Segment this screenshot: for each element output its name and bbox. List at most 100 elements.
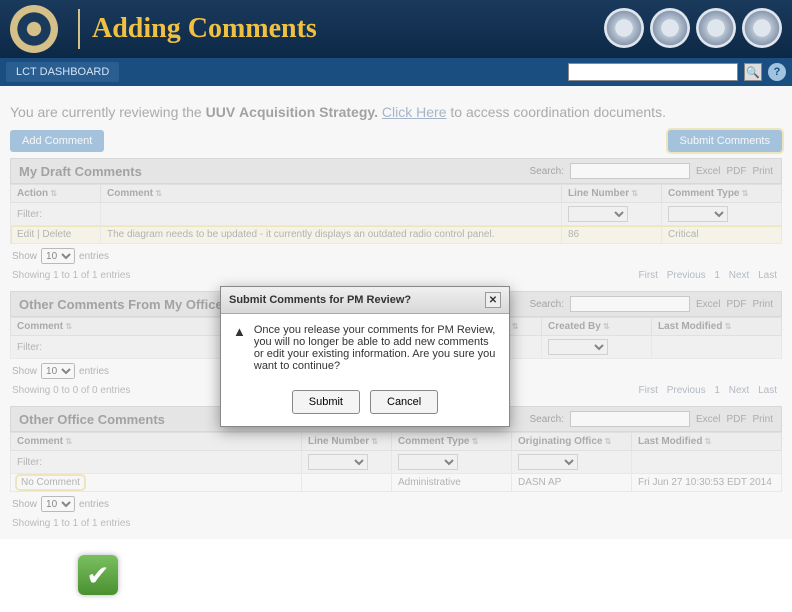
review-program: UUV xyxy=(206,104,236,120)
search-label: Search: xyxy=(530,299,564,310)
show-entries: Show 10 entries xyxy=(10,244,782,268)
review-prefix: You are currently reviewing the xyxy=(10,104,206,120)
export-excel[interactable]: Excel xyxy=(696,299,720,310)
add-comment-button[interactable]: Add Comment xyxy=(10,130,104,152)
filter-row: Filter: xyxy=(11,451,782,474)
global-search-input[interactable] xyxy=(568,63,738,81)
filter-label: Filter: xyxy=(11,203,101,226)
export-excel[interactable]: Excel xyxy=(696,414,720,425)
review-banner: You are currently reviewing the UUV Acqu… xyxy=(10,104,782,120)
other-search-input[interactable] xyxy=(570,411,690,427)
toolbar: LCT DASHBOARD 🔍 ? xyxy=(0,58,792,86)
app-header: Adding Comments xyxy=(0,0,792,58)
table-row[interactable]: No Comment Administrative DASN AP Fri Ju… xyxy=(11,474,782,492)
modal-cancel-button[interactable]: Cancel xyxy=(370,390,438,414)
my-drafts-search-input[interactable] xyxy=(570,163,690,179)
col-type[interactable]: Comment Type xyxy=(392,433,512,451)
col-created[interactable]: Created By xyxy=(542,318,652,336)
export-excel[interactable]: Excel xyxy=(696,166,720,177)
modal-body-text: Once you release your comments for PM Re… xyxy=(254,324,497,372)
marines-seal-icon xyxy=(650,8,690,48)
warning-icon: ▲ xyxy=(233,324,246,372)
filter-line-select[interactable] xyxy=(308,454,368,470)
filter-line-select[interactable] xyxy=(568,206,628,222)
pager-page[interactable]: 1 xyxy=(714,270,720,281)
col-action[interactable]: Action xyxy=(11,185,101,203)
divider xyxy=(78,9,80,49)
search-label: Search: xyxy=(530,166,564,177)
row-comment: The diagram needs to be updated - it cur… xyxy=(101,226,562,244)
navy-seal-icon xyxy=(696,8,736,48)
export-print[interactable]: Print xyxy=(752,299,773,310)
filter-type-select[interactable] xyxy=(398,454,458,470)
show-prefix: Show xyxy=(12,499,37,510)
table-info: Showing 0 to 0 of 0 entries xyxy=(12,385,130,396)
service-seals xyxy=(604,8,782,48)
other-comments-title: Other Office Comments xyxy=(19,412,165,427)
dashboard-button[interactable]: LCT DASHBOARD xyxy=(6,62,119,82)
pager-first[interactable]: First xyxy=(638,270,657,281)
filter-office-select[interactable] xyxy=(518,454,578,470)
col-line[interactable]: Line Number xyxy=(302,433,392,451)
submit-comments-button[interactable]: Submit Comments xyxy=(668,130,782,152)
export-pdf[interactable]: PDF xyxy=(726,166,746,177)
export-print[interactable]: Print xyxy=(752,166,773,177)
row-modified: Fri Jun 27 10:30:53 EDT 2014 xyxy=(632,474,782,492)
col-modified[interactable]: Last Modified xyxy=(632,433,782,451)
show-entries: Show 10 entries xyxy=(10,492,782,516)
pager-next[interactable]: Next xyxy=(729,270,750,281)
row-line: 86 xyxy=(562,226,662,244)
entries-select[interactable]: 10 xyxy=(41,248,75,264)
show-prefix: Show xyxy=(12,251,37,262)
table-row[interactable]: Edit | Delete The diagram needs to be up… xyxy=(11,226,782,244)
pager-prev[interactable]: Previous xyxy=(667,270,706,281)
entries-select[interactable]: 10 xyxy=(41,496,75,512)
show-prefix: Show xyxy=(12,366,37,377)
modal-submit-button[interactable]: Submit xyxy=(292,390,360,414)
army-seal-icon xyxy=(604,8,644,48)
show-suffix: entries xyxy=(79,499,109,510)
submit-confirm-modal: Submit Comments for PM Review? ✕ ▲ Once … xyxy=(220,286,510,427)
coordination-link[interactable]: Click Here xyxy=(382,104,447,120)
row-action[interactable]: Edit | Delete xyxy=(11,226,101,244)
page-title: Adding Comments xyxy=(92,13,317,45)
office-search-input[interactable] xyxy=(570,296,690,312)
row-type: Critical xyxy=(662,226,782,244)
search-icon[interactable]: 🔍 xyxy=(744,63,762,81)
airforce-seal-icon xyxy=(742,8,782,48)
export-print[interactable]: Print xyxy=(752,414,773,425)
filter-created-select[interactable] xyxy=(548,339,608,355)
pager-next[interactable]: Next xyxy=(729,385,750,396)
filter-type-select[interactable] xyxy=(668,206,728,222)
close-icon[interactable]: ✕ xyxy=(485,292,501,308)
pager: First Previous 1 Next Last xyxy=(635,270,780,281)
export-pdf[interactable]: PDF xyxy=(726,414,746,425)
pager-prev[interactable]: Previous xyxy=(667,385,706,396)
col-line[interactable]: Line Number xyxy=(562,185,662,203)
pager-last[interactable]: Last xyxy=(758,270,777,281)
checkmark-icon: ✔ xyxy=(78,555,118,595)
col-type[interactable]: Comment Type xyxy=(662,185,782,203)
col-office[interactable]: Originating Office xyxy=(512,433,632,451)
col-modified[interactable]: Last Modified xyxy=(652,318,782,336)
show-suffix: entries xyxy=(79,251,109,262)
row-office: DASN AP xyxy=(512,474,632,492)
row-comment: No Comment xyxy=(17,476,84,489)
my-drafts-table: Action Comment Line Number Comment Type … xyxy=(10,184,782,244)
show-suffix: entries xyxy=(79,366,109,377)
modal-title: Submit Comments for PM Review? xyxy=(229,294,411,306)
export-pdf[interactable]: PDF xyxy=(726,299,746,310)
pager-page[interactable]: 1 xyxy=(714,385,720,396)
pager-last[interactable]: Last xyxy=(758,385,777,396)
pager-first[interactable]: First xyxy=(638,385,657,396)
other-comments-table: Comment Line Number Comment Type Origina… xyxy=(10,432,782,492)
my-drafts-title: My Draft Comments xyxy=(19,164,142,179)
filter-row: Filter: xyxy=(11,203,782,226)
col-comment[interactable]: Comment xyxy=(101,185,562,203)
table-info: Showing 1 to 1 of 1 entries xyxy=(12,518,130,529)
row-type: Administrative xyxy=(392,474,512,492)
col-comment[interactable]: Comment xyxy=(11,433,302,451)
row-line xyxy=(302,474,392,492)
entries-select[interactable]: 10 xyxy=(41,363,75,379)
help-icon[interactable]: ? xyxy=(768,63,786,81)
